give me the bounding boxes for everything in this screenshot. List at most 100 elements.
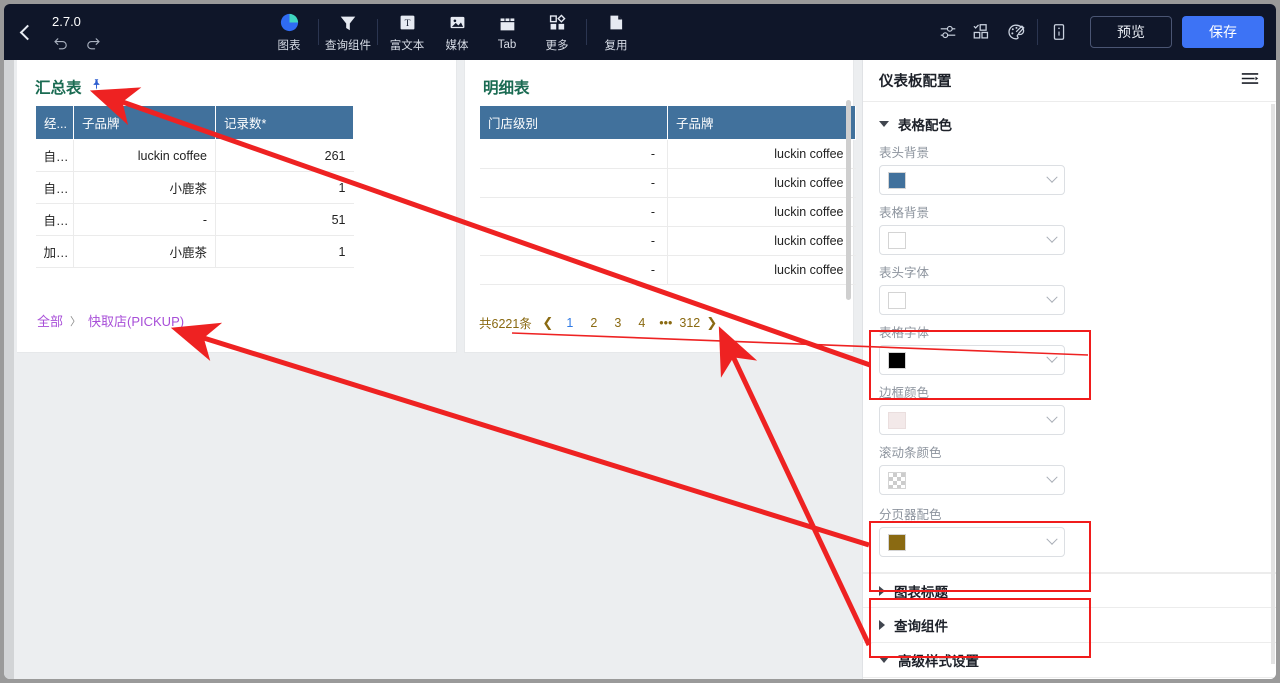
toolbar-divider	[318, 19, 319, 45]
toolbar-divider-3	[586, 19, 587, 45]
cell: 51	[215, 203, 354, 236]
insert-tools-group: 图表 查询组件 T 富文本 媒体 Tab 更多 复用	[264, 7, 641, 57]
pagination: 共6221条 ❮ 1 2 3 4 ••• 312 ❯	[479, 313, 722, 332]
summary-col-2[interactable]: 记录数*	[215, 106, 354, 140]
section-table-colors-label: 表格配色	[898, 118, 952, 133]
dashboard-config-panel: 仪表板配置 表格配色 表头背景 表格背景 表头字体 表格字体 边框颜色 滚动条颜…	[862, 60, 1276, 679]
table-row[interactable]: 自... luckin coffee 261	[35, 139, 354, 172]
tool-chart-label: 图表	[277, 39, 301, 52]
summary-col-1[interactable]: 子品牌	[73, 106, 216, 140]
pagination-page-3[interactable]: 3	[606, 316, 630, 330]
tab-icon	[498, 14, 517, 36]
table-row[interactable]: 自... - 51	[35, 203, 354, 236]
detail-table-scrollbar[interactable]	[846, 100, 851, 300]
section-advanced-style[interactable]: 高级样式设置	[863, 643, 1276, 678]
table-row[interactable]: - luckin coffee	[479, 255, 856, 285]
field-header-font: 表头字体	[879, 262, 1065, 315]
pagination-page-1[interactable]: 1	[558, 316, 582, 330]
chevron-down-icon	[1046, 411, 1058, 423]
undo-icon[interactable]	[52, 34, 70, 50]
preview-button[interactable]: 预览	[1090, 16, 1172, 48]
cell: luckin coffee	[667, 197, 856, 227]
table-row[interactable]: 加... 小鹿茶 1	[35, 235, 354, 268]
tool-media[interactable]: 媒体	[432, 7, 482, 57]
scrollbar-color-picker[interactable]	[879, 465, 1065, 495]
detail-col-1[interactable]: 子品牌	[667, 106, 856, 140]
tool-more-label: 更多	[545, 39, 569, 52]
redo-icon[interactable]	[84, 34, 102, 50]
table-background-color-picker[interactable]	[879, 225, 1065, 255]
summary-table-widget[interactable]: 汇总表 经... 子品牌 记录数* 自... luckin coffee 261…	[17, 60, 457, 353]
chevron-right-icon	[879, 620, 885, 630]
palette-brush-icon[interactable]	[999, 15, 1033, 49]
summary-col-0[interactable]: 经...	[35, 106, 74, 140]
table-colors-fields: 表头背景 表格背景 表头字体 表格字体 边框颜色 滚动条颜色 分页器配色	[863, 140, 1276, 564]
header-background-color-picker[interactable]	[879, 165, 1065, 195]
detail-table-header-row: 门店级别 子品牌	[479, 106, 856, 140]
app-root: 2.7.0 图表 查询组件 T 富文本 媒体 Tab 更多 复用 预览 保存 汇…	[0, 0, 1280, 683]
left-rail	[4, 60, 14, 679]
toolbar-divider-2	[377, 19, 378, 45]
detail-col-0[interactable]: 门店级别	[479, 106, 668, 140]
tool-tab[interactable]: Tab	[482, 7, 532, 57]
detail-table-widget[interactable]: 明细表 门店级别 子品牌 - luckin coffee - luckin co…	[464, 60, 856, 353]
color-swatch	[888, 411, 906, 429]
tool-more[interactable]: 更多	[532, 7, 582, 57]
table-row[interactable]: - luckin coffee	[479, 226, 856, 256]
field-table-font: 表格字体	[879, 322, 1065, 375]
cell: 1	[215, 171, 354, 204]
pin-icon[interactable]	[90, 78, 103, 96]
tool-reuse-label: 复用	[604, 39, 628, 52]
cell: luckin coffee	[667, 139, 856, 169]
chevron-down-icon	[1046, 291, 1058, 303]
table-font-color-picker[interactable]	[879, 345, 1065, 375]
header-font-color-picker[interactable]	[879, 285, 1065, 315]
cell: -	[479, 139, 668, 169]
chevron-down-icon	[1046, 533, 1058, 545]
chevron-down-icon	[1046, 471, 1058, 483]
field-table-background-label: 表格背景	[879, 206, 930, 220]
chevron-down-icon	[879, 657, 889, 663]
field-pagination-color-label: 分页器配色	[879, 508, 942, 522]
tool-chart[interactable]: 图表	[264, 7, 314, 57]
cell: 261	[215, 139, 354, 172]
cell: 自...	[35, 203, 74, 236]
pagination-page-4[interactable]: 4	[630, 316, 654, 330]
list-settings-icon[interactable]	[1240, 71, 1260, 91]
border-color-picker[interactable]	[879, 405, 1065, 435]
section-table-colors[interactable]: 表格配色	[863, 108, 1276, 140]
save-button[interactable]: 保存	[1182, 16, 1264, 48]
table-row[interactable]: - luckin coffee	[479, 197, 856, 227]
back-button[interactable]	[4, 4, 46, 60]
cell: 自...	[35, 139, 74, 172]
sliders-settings-icon[interactable]	[931, 15, 965, 49]
table-row[interactable]: - luckin coffee	[479, 168, 856, 198]
tool-rich-text[interactable]: T 富文本	[382, 7, 432, 57]
chevron-left-icon[interactable]: ❮	[538, 315, 558, 331]
tool-reuse[interactable]: 复用	[591, 7, 641, 57]
pagination-color-picker[interactable]	[879, 527, 1065, 557]
pagination-ellipsis[interactable]: •••	[654, 316, 678, 330]
breadcrumb-item-pickup[interactable]: 快取店(PICKUP)	[88, 311, 184, 330]
pagination-page-2[interactable]: 2	[582, 316, 606, 330]
field-header-font-label: 表头字体	[879, 266, 930, 280]
table-row[interactable]: - luckin coffee	[479, 139, 856, 169]
cell: -	[479, 226, 668, 256]
breadcrumb-item-all[interactable]: 全部	[37, 311, 63, 330]
tool-query-component[interactable]: 查询组件	[323, 7, 373, 57]
layout-grid-icon[interactable]	[965, 15, 999, 49]
mobile-preview-icon[interactable]	[1042, 15, 1076, 49]
section-query-component[interactable]: 查询组件	[863, 608, 1276, 643]
chevron-right-icon[interactable]: ❯	[702, 315, 722, 331]
field-border-color: 边框颜色	[879, 382, 1065, 435]
pagination-last-page[interactable]: 312	[678, 316, 702, 330]
pagination-total: 共6221条	[479, 317, 532, 331]
section-chart-title[interactable]: 图表标题	[863, 573, 1276, 608]
detail-widget-title-text: 明细表	[483, 80, 530, 97]
config-panel-scrollbar[interactable]	[1271, 104, 1275, 664]
field-scrollbar-color-label: 滚动条颜色	[879, 446, 942, 460]
breadcrumb-separator: 〉	[70, 315, 82, 328]
cell: luckin coffee	[667, 226, 856, 256]
table-row[interactable]: 自... 小鹿茶 1	[35, 171, 354, 204]
field-header-background: 表头背景	[879, 142, 1065, 195]
